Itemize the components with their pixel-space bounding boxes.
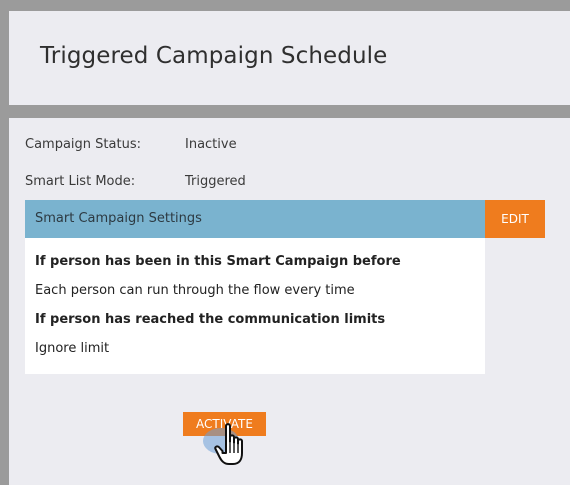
smart-campaign-settings-box: Smart Campaign Settings EDIT If person h…	[25, 200, 545, 374]
page-title: Triggered Campaign Schedule	[40, 43, 388, 69]
smart-list-mode-value: Triggered	[185, 174, 246, 189]
settings-title: Smart Campaign Settings	[35, 211, 202, 226]
settings-line-previous-run-heading: If person has been in this Smart Campaig…	[35, 254, 401, 269]
edit-button[interactable]: EDIT	[485, 200, 545, 238]
settings-line-previous-run-value: Each person can run through the flow eve…	[35, 283, 355, 298]
header-panel: Triggered Campaign Schedule	[9, 11, 570, 105]
campaign-status-label: Campaign Status:	[25, 137, 141, 152]
campaign-status-value: Inactive	[185, 137, 237, 152]
settings-header: Smart Campaign Settings	[25, 200, 485, 238]
settings-body: If person has been in this Smart Campaig…	[25, 238, 485, 374]
settings-line-communication-limit-value: Ignore limit	[35, 341, 110, 356]
settings-line-communication-limit-heading: If person has reached the communication …	[35, 312, 386, 327]
hand-pointer-icon	[214, 423, 243, 465]
content-panel: Campaign Status: Inactive Smart List Mod…	[9, 118, 570, 485]
smart-list-mode-label: Smart List Mode:	[25, 174, 136, 189]
